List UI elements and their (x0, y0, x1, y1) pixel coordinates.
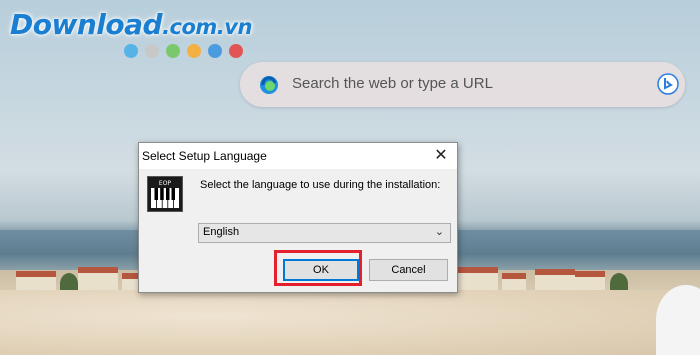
search-placeholder[interactable]: Search the web or type a URL (292, 75, 493, 92)
logo-color-dots (124, 44, 243, 58)
piano-keys-icon: EOP (147, 176, 183, 212)
logo-dot (187, 44, 201, 58)
dialog-prompt: Select the language to use during the in… (200, 179, 441, 191)
language-select-value: English (203, 226, 240, 238)
cancel-button[interactable]: Cancel (369, 259, 448, 281)
sand-dunes-background (0, 290, 700, 355)
ok-highlight-box (274, 250, 362, 286)
logo-dot (124, 44, 138, 58)
svg-text:EOP: EOP (159, 180, 172, 187)
edge-icon (260, 76, 278, 94)
logo-dot (145, 44, 159, 58)
logo-dot (229, 44, 243, 58)
logo-dot (208, 44, 222, 58)
close-icon[interactable]: ✕ (431, 146, 451, 166)
chevron-down-icon[interactable]: ⌄ (435, 225, 444, 238)
language-select[interactable]: English ⌄ (198, 223, 451, 243)
logo-dot (166, 44, 180, 58)
browser-search-bar[interactable]: Search the web or type a URL (240, 62, 685, 107)
dialog-titlebar[interactable]: Select Setup Language ✕ (139, 143, 457, 169)
dialog-title: Select Setup Language (142, 149, 267, 163)
bing-icon[interactable] (657, 73, 679, 95)
site-logo: Download.com.vn (10, 8, 252, 41)
